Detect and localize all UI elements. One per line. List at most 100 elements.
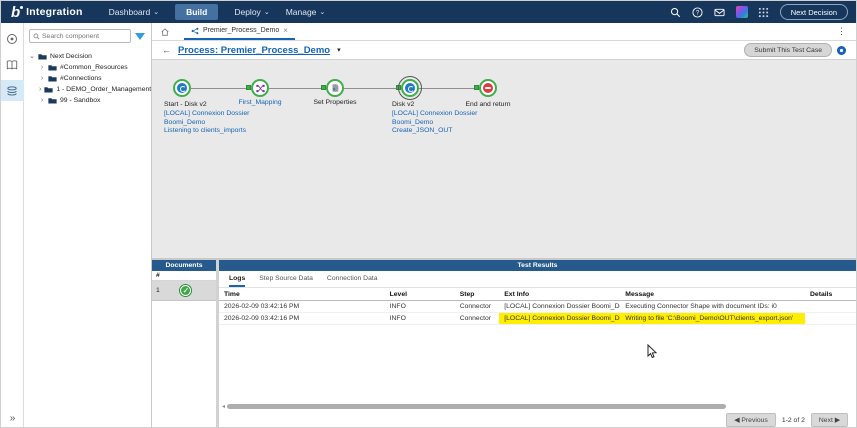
kebab-menu-icon[interactable]: ⋮ [835, 26, 848, 37]
test-panels: Documents # 1 ✓ Test Results Logs Step S… [152, 258, 856, 428]
caret-closed-icon[interactable]: › [39, 97, 45, 104]
tab-logs[interactable]: Logs [229, 275, 245, 287]
log-details [805, 313, 856, 325]
chevron-down-icon[interactable]: ▾ [337, 46, 341, 54]
product-name: Integration [26, 6, 82, 18]
documents-panel-title: Documents [152, 260, 216, 271]
document-row[interactable]: 1 ✓ [152, 281, 216, 301]
search-input[interactable] [42, 33, 127, 40]
results-empty-area [219, 325, 856, 401]
chevron-down-icon: ⌄ [264, 8, 270, 16]
log-step-link[interactable]: Connector [455, 301, 500, 313]
app-grid-icon[interactable] [758, 6, 770, 18]
log-message: Executing Connector Shape with document … [620, 301, 805, 313]
log-level: INFO [385, 301, 455, 313]
left-icon-rail: » [1, 23, 24, 428]
log-level: INFO [385, 313, 455, 325]
col-level: Level [385, 288, 455, 301]
process-toolbar: ← Process: Premier_Process_Demo ▾ Submit… [152, 41, 856, 59]
next-decision-button[interactable]: Next Decision [780, 4, 848, 20]
log-ext-info: [LOCAL] Connexion Dossier Boomi_Demo: di… [499, 301, 620, 313]
test-results-title: Test Results [219, 260, 856, 271]
success-check-icon: ✓ [180, 285, 191, 296]
shape-start-disk[interactable] [173, 79, 191, 97]
log-time: 2026-02-09 03:42:16 PM [219, 301, 385, 313]
shape-disk-v2[interactable] [401, 79, 419, 97]
mail-icon[interactable] [714, 6, 726, 18]
caret-closed-icon[interactable]: › [39, 86, 41, 93]
process-canvas[interactable]: Start - Disk v2 [LOCAL] Connexion Dossie… [152, 59, 856, 258]
menu-deploy[interactable]: Deploy ⌄ [234, 7, 269, 17]
tree-item-common-resources[interactable]: › #Common_Resources [39, 62, 147, 73]
caret-closed-icon[interactable]: › [39, 75, 45, 82]
documents-panel: Documents # 1 ✓ [152, 260, 219, 428]
shape-end-and-return[interactable] [479, 79, 497, 97]
log-row[interactable]: 2026-02-09 03:42:16 PM INFO Connector [L… [219, 313, 856, 325]
target-icon[interactable] [1, 28, 24, 49]
tab-premier-process-demo[interactable]: Premier_Process_Demo × [184, 23, 295, 40]
disk-connector-icon [405, 83, 415, 93]
tab-connection-data[interactable]: Connection Data [327, 275, 378, 287]
log-row[interactable]: 2026-02-09 03:42:16 PM INFO Connector [L… [219, 301, 856, 313]
tab-bar: Premier_Process_Demo × ⋮ [152, 23, 856, 41]
search-icon [33, 33, 40, 40]
log-step-link[interactable]: Connector [455, 313, 500, 325]
tree-root-next-decision[interactable]: ⌄ Next Decision [29, 50, 147, 62]
document-number: 1 [156, 287, 160, 294]
menu-build[interactable]: Build [175, 4, 218, 20]
scrollbar-thumb[interactable] [227, 404, 726, 409]
scroll-left-arrow-icon[interactable]: ◂ [222, 403, 225, 410]
documents-number-header: # [152, 271, 216, 281]
col-message: Message [620, 288, 805, 301]
tab-step-source-data[interactable]: Step Source Data [259, 275, 313, 287]
menu-manage[interactable]: Manage ⌄ [286, 7, 326, 17]
layers-icon[interactable] [1, 80, 24, 101]
folder-icon [48, 97, 57, 104]
log-time: 2026-02-09 03:42:16 PM [219, 313, 385, 325]
help-icon[interactable]: ? [692, 6, 704, 18]
tree-item-connections[interactable]: › #Connections [39, 73, 147, 84]
log-details [805, 301, 856, 313]
folder-icon [48, 75, 57, 82]
next-arrow-icon: ▶ [835, 417, 840, 424]
shape-set-properties[interactable] [326, 79, 344, 97]
library-book-icon[interactable] [1, 54, 24, 75]
horizontal-scrollbar: ◂ [219, 401, 856, 411]
results-tabs: Logs Step Source Data Connection Data [219, 271, 856, 288]
main-menu: Dashboard ⌄ Build Deploy ⌄ Manage ⌄ [109, 4, 326, 20]
logs-header-row: Time Level Step Ext Info Message Details [219, 288, 856, 301]
tree-item-sandbox[interactable]: › 99 - Sandbox [39, 95, 147, 106]
component-search [29, 29, 131, 43]
user-avatar[interactable] [736, 6, 748, 18]
search-icon[interactable] [670, 6, 682, 18]
prev-arrow-icon: ◀ [734, 417, 739, 424]
shape-first-mapping[interactable] [251, 79, 269, 97]
home-icon[interactable] [160, 27, 170, 37]
test-results-panel: Test Results Logs Step Source Data Conne… [219, 260, 856, 428]
tree-item-demo-order-management[interactable]: › 1 - DEMO_Order_Management [39, 84, 147, 95]
chevron-down-icon: ⌄ [153, 8, 159, 16]
menu-dashboard[interactable]: Dashboard ⌄ [109, 7, 159, 17]
next-page-button[interactable]: Next ▶ [811, 413, 848, 427]
boomi-integration-window: b Integration Dashboard ⌄ Build Deploy ⌄… [0, 0, 857, 428]
close-icon[interactable]: × [283, 26, 288, 35]
info-icon[interactable] [837, 46, 846, 55]
caret-open-icon[interactable]: ⌄ [29, 52, 35, 60]
submit-test-case-button[interactable]: Submit This Test Case [744, 43, 832, 57]
folder-icon [44, 86, 53, 93]
top-navigation-bar: b Integration Dashboard ⌄ Build Deploy ⌄… [1, 1, 856, 23]
caret-closed-icon[interactable]: › [39, 64, 45, 71]
boomi-logo[interactable]: b [11, 5, 20, 20]
shape-label-set-properties: Set Properties [300, 99, 370, 108]
back-arrow-icon[interactable]: ← [162, 45, 171, 55]
properties-icon [330, 83, 340, 93]
process-title[interactable]: Process: Premier_Process_Demo [178, 45, 330, 56]
col-time: Time [219, 288, 385, 301]
logs-table: Time Level Step Ext Info Message Details… [219, 288, 856, 325]
previous-page-button[interactable]: ◀ Previous [726, 413, 776, 427]
log-message-highlighted: Writing to file 'C:\Boomi_Demo\OUT\clien… [620, 313, 805, 325]
filter-funnel-icon[interactable] [135, 33, 145, 40]
col-step: Step [455, 288, 500, 301]
component-explorer: ⌄ Next Decision › #Common_Resources › #C… [24, 23, 152, 428]
collapse-panel-icon[interactable]: » [1, 413, 24, 424]
